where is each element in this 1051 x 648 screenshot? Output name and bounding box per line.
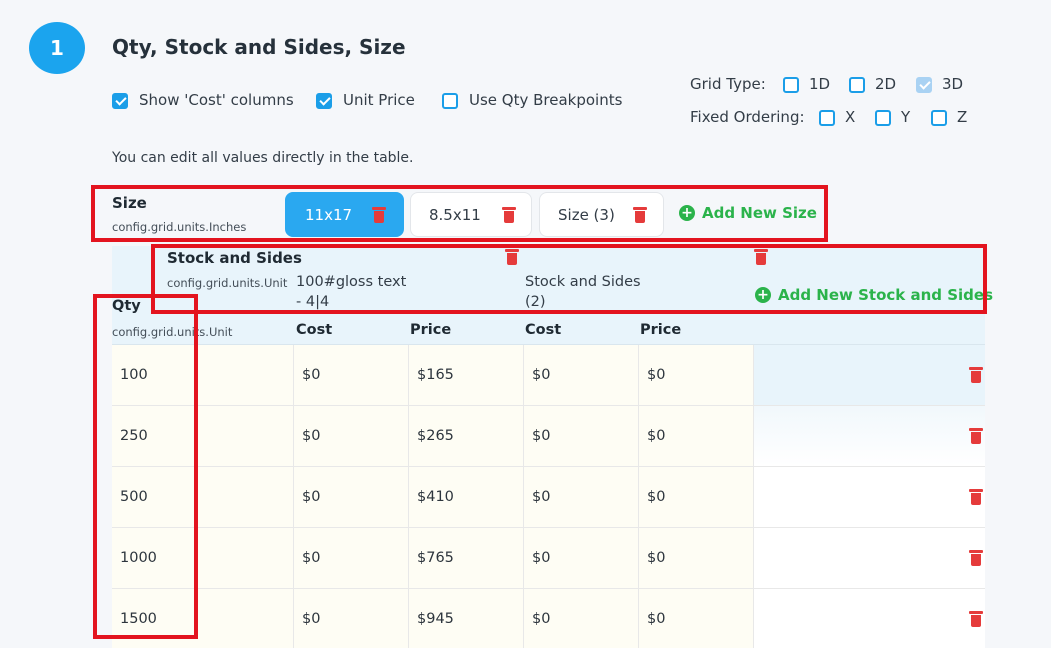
unit-price-checkbox[interactable] [316,93,332,109]
fixed-ordering-z-checkbox[interactable] [931,110,947,126]
section-title: Qty, Stock and Sides, Size [112,35,406,59]
price-cell[interactable]: $0 [639,528,754,588]
size-chip-11x17[interactable]: 11x17 [285,192,404,237]
step-number-badge: 1 [29,22,85,74]
trash-icon[interactable] [969,489,983,505]
plus-circle-icon: + [755,287,771,303]
size-chip-label: Size (3) [558,205,615,224]
edit-hint-text: You can edit all values directly in the … [112,150,414,166]
price-cell[interactable]: $945 [409,589,524,648]
add-new-size-button[interactable]: + Add New Size [679,204,817,222]
row-spacer [754,589,985,648]
trash-icon[interactable] [969,367,983,383]
cost-cell[interactable]: $0 [524,345,639,405]
stock-item-2[interactable]: Stock and Sides (2) [525,272,641,312]
fixed-ordering-y-checkbox[interactable] [875,110,891,126]
trash-icon[interactable] [372,206,387,223]
use-qty-breakpoints-checkbox[interactable] [442,93,458,109]
price-cell[interactable]: $0 [639,345,754,405]
row-spacer [754,406,985,466]
trash-icon[interactable] [969,428,983,444]
table-row: 250 $0 $265 $0 $0 [112,406,985,467]
trash-icon[interactable] [754,249,769,265]
column-header-price: Price [640,322,682,338]
fixed-ordering-x-checkbox[interactable] [819,110,835,126]
plus-circle-icon: + [679,205,695,221]
size-chip-label: 8.5x11 [429,205,481,224]
grid-type-1d-checkbox[interactable] [783,77,799,93]
fixed-ordering-y-label: Y [901,108,911,126]
table-row: 1000 $0 $765 $0 $0 [112,528,985,589]
qty-title: Qty [112,298,141,314]
column-header-cost: Cost [296,322,333,338]
stock-unit: config.grid.units.Unit [167,276,288,290]
size-title: Size [112,194,147,212]
fixed-ordering-z-label: Z [957,108,968,126]
qty-cell[interactable]: 500 [112,467,294,527]
trash-icon[interactable] [969,611,983,627]
add-new-stock-button[interactable]: + Add New Stock and Sides [755,286,993,304]
price-cell[interactable]: $265 [409,406,524,466]
add-new-stock-label: Add New Stock and Sides [778,286,994,304]
qty-unit: config.grid.units.Unit [112,325,233,339]
cost-cell[interactable]: $0 [294,528,409,588]
row-spacer [754,467,985,527]
trash-icon[interactable] [501,206,516,223]
column-header-cost: Cost [525,322,562,338]
show-cost-columns-label: Show 'Cost' columns [139,91,294,109]
size-chip-8-5x11[interactable]: 8.5x11 [410,192,532,237]
row-spacer [754,345,985,405]
column-header-price: Price [410,322,452,338]
cost-cell[interactable]: $0 [524,528,639,588]
qty-cell[interactable]: 250 [112,406,294,466]
cost-cell[interactable]: $0 [524,467,639,527]
table-row: 500 $0 $410 $0 $0 [112,467,985,528]
grid-type-label: Grid Type: [690,75,766,93]
stock-item-sides: - 4|4 [296,294,330,310]
price-cell[interactable]: $410 [409,467,524,527]
grid-type-1d-label: 1D [809,75,831,93]
stock-item-name: 100#gloss text [296,274,407,290]
cost-cell[interactable]: $0 [294,345,409,405]
price-cell[interactable]: $165 [409,345,524,405]
trash-icon[interactable] [632,206,647,223]
cost-cell[interactable]: $0 [294,406,409,466]
cost-cell[interactable]: $0 [294,589,409,648]
show-cost-columns-checkbox[interactable] [112,93,128,109]
add-new-size-label: Add New Size [702,204,817,222]
trash-icon[interactable] [969,550,983,566]
size-chip-label: 11x17 [305,205,353,224]
size-chip-size-3[interactable]: Size (3) [539,192,664,237]
price-cell[interactable]: $0 [639,406,754,466]
fixed-ordering-label: Fixed Ordering: [690,108,805,126]
stock-item-1[interactable]: 100#gloss text - 4|4 [296,272,406,312]
grid-type-3d-checkbox[interactable] [916,77,932,93]
use-qty-breakpoints-label: Use Qty Breakpoints [469,91,623,109]
stock-item-sides: (2) [525,294,546,310]
grid-type-2d-checkbox[interactable] [849,77,865,93]
qty-cell[interactable]: 1500 [112,589,294,648]
fixed-ordering-x-label: X [845,108,856,126]
table-row: 100 $0 $165 $0 $0 [112,345,985,406]
qty-cell[interactable]: 100 [112,345,294,405]
trash-icon[interactable] [505,249,519,265]
unit-price-label: Unit Price [343,91,415,109]
grid-type-3d-label: 3D [942,75,964,93]
cost-cell[interactable]: $0 [524,589,639,648]
cost-cell[interactable]: $0 [294,467,409,527]
table-row: 1500 $0 $945 $0 $0 [112,589,985,648]
qty-cell[interactable]: 1000 [112,528,294,588]
price-cell[interactable]: $765 [409,528,524,588]
row-spacer [754,528,985,588]
stock-title: Stock and Sides [167,249,302,267]
price-cell[interactable]: $0 [639,467,754,527]
price-cell[interactable]: $0 [639,589,754,648]
size-unit: config.grid.units.Inches [112,220,247,234]
stock-item-name: Stock and Sides [525,274,641,290]
grid-type-2d-label: 2D [875,75,897,93]
cost-cell[interactable]: $0 [524,406,639,466]
